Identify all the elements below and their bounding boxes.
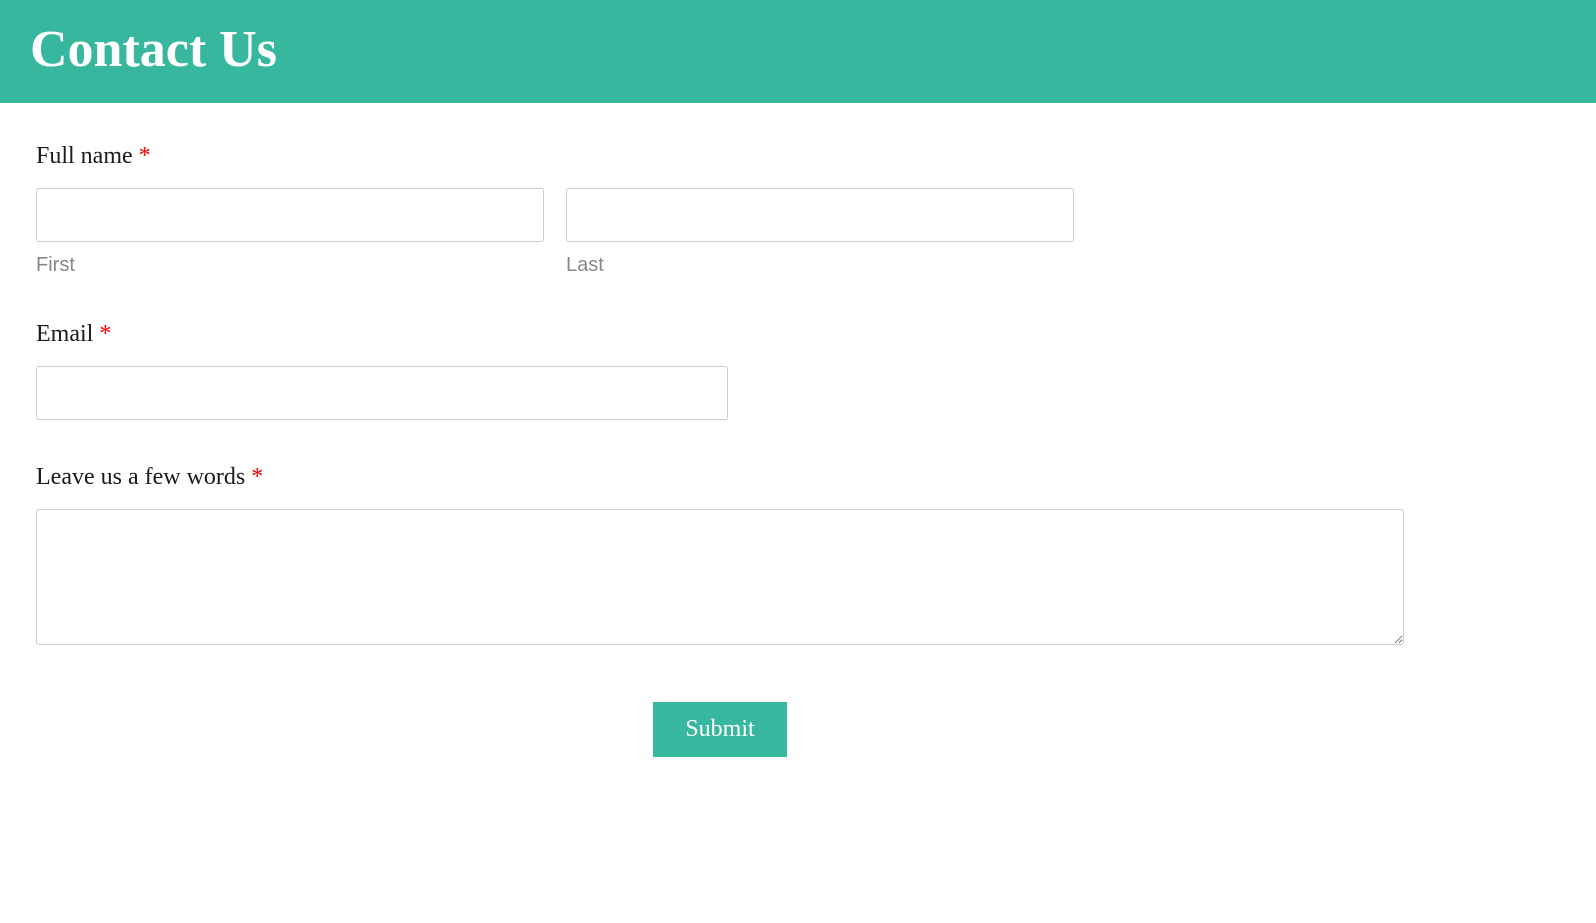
page-title: Contact Us [30, 20, 1566, 79]
first-name-field: First [36, 188, 544, 277]
contact-form: Full name * First Last Email * Leave us … [0, 103, 1450, 797]
first-name-input[interactable] [36, 188, 544, 242]
full-name-group: Full name * First Last [36, 143, 1414, 277]
last-name-field: Last [566, 188, 1074, 277]
email-label-text: Email [36, 321, 99, 347]
message-label-text: Leave us a few words [36, 464, 251, 490]
full-name-label-text: Full name [36, 143, 139, 169]
message-textarea[interactable] [36, 509, 1404, 645]
email-input[interactable] [36, 366, 728, 420]
name-fields-row: First Last [36, 188, 1414, 277]
required-marker: * [251, 464, 263, 490]
submit-button[interactable]: Submit [653, 702, 786, 757]
required-marker: * [139, 143, 151, 169]
full-name-label: Full name * [36, 143, 1414, 170]
email-label: Email * [36, 321, 1414, 348]
required-marker: * [99, 321, 111, 347]
submit-container: Submit [36, 702, 1404, 757]
first-sublabel: First [36, 254, 544, 277]
last-name-input[interactable] [566, 188, 1074, 242]
last-sublabel: Last [566, 254, 1074, 277]
page-header: Contact Us [0, 0, 1596, 103]
message-group: Leave us a few words * [36, 464, 1414, 650]
email-group: Email * [36, 321, 1414, 420]
message-label: Leave us a few words * [36, 464, 1414, 491]
